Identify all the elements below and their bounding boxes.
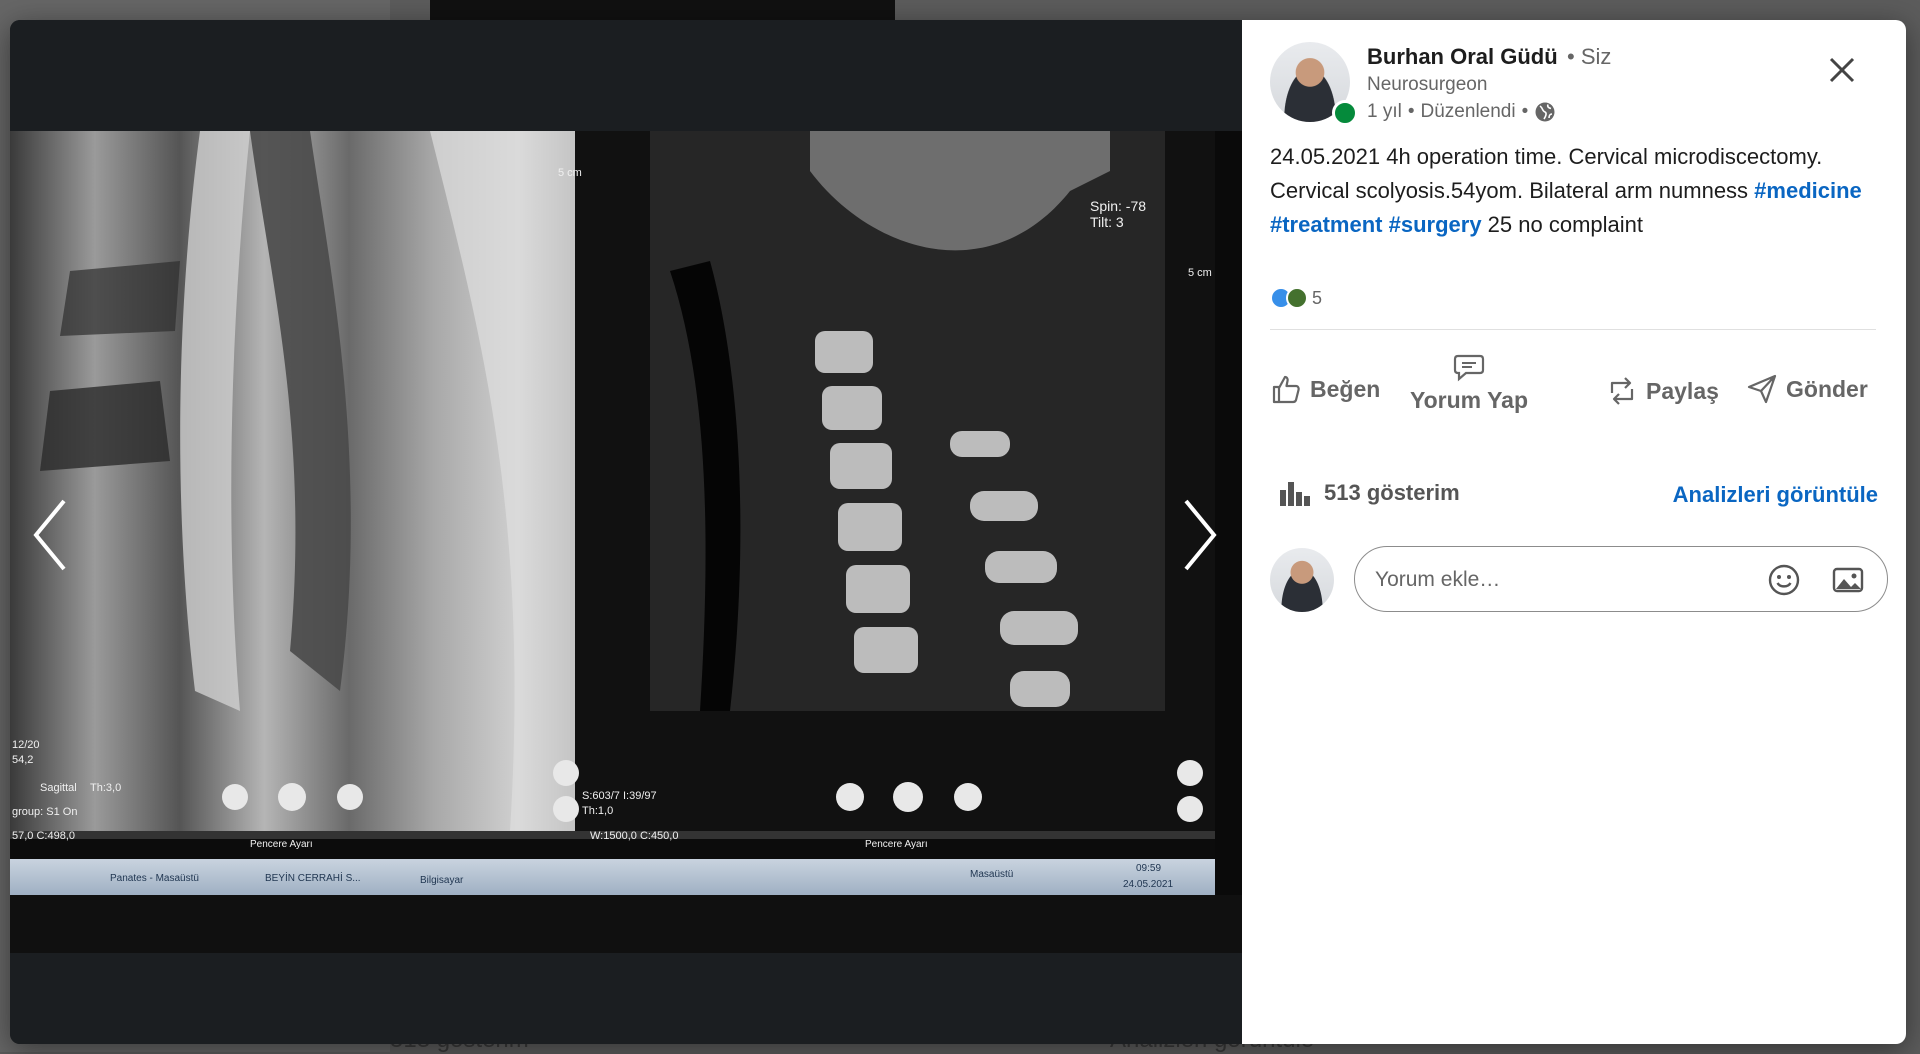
close-icon <box>1829 57 1855 83</box>
background-image-strip <box>430 0 895 20</box>
reactions-summary[interactable]: 5 <box>1270 287 1322 309</box>
viewer-avatar <box>1270 548 1334 612</box>
hashtag-surgery[interactable]: #surgery <box>1389 212 1482 237</box>
slice-label: S:603/7 I:39/97 <box>582 790 657 802</box>
post-text: 24.05.2021 4h operation time. Cervical m… <box>1270 140 1870 242</box>
taskbar-item-2: BEYİN CERRAHİ S... <box>265 871 361 884</box>
reaction-count: 5 <box>1312 287 1323 308</box>
add-image-button[interactable] <box>1831 563 1865 597</box>
meta-separator: • <box>1407 101 1415 122</box>
comment-icon <box>1453 354 1485 382</box>
post-image: 5 cm 5 cm Spin: -78 Tilt: 3 12/20 54,2 S… <box>10 131 1242 953</box>
sagittal-label: Sagittal <box>40 782 77 794</box>
post-body-tail: 25 no complaint <box>1481 212 1643 237</box>
window-center-right: W:1500,0 C:450,0 <box>590 830 678 842</box>
spin-label: Spin: -78 <box>1090 198 1146 214</box>
hashtag-medicine[interactable]: #medicine <box>1754 178 1862 203</box>
next-image-button[interactable] <box>1170 490 1230 580</box>
previous-image-button[interactable] <box>20 490 80 580</box>
author-relation: • Siz <box>1567 44 1612 69</box>
impressions: 513 gösterim <box>1280 480 1460 506</box>
taskbar-date: 24.05.2021 <box>1123 879 1173 890</box>
number-label-left: 54,2 <box>12 754 33 766</box>
send-button[interactable]: Gönder <box>1746 373 1868 405</box>
taskbar-item-1: Panates - Masaüstü <box>110 873 199 884</box>
tilt-label: Tilt: 3 <box>1090 214 1124 230</box>
celebrate-reaction-icon <box>1286 287 1308 309</box>
share-label: Paylaş <box>1646 377 1719 404</box>
meta-separator: • <box>1521 101 1529 122</box>
comment-box <box>1354 546 1888 613</box>
pencere-label-left: Pencere Ayarı <box>250 839 313 850</box>
bar-chart-icon <box>1280 482 1310 506</box>
post-detail-panel: Burhan Oral Güdü • Siz Neurosurgeon 1 yı… <box>1242 20 1906 1044</box>
pencere-label-right: Pencere Ayarı <box>865 839 928 850</box>
view-analytics-link[interactable]: Analizleri görüntüle <box>1673 482 1878 508</box>
thumbs-up-icon <box>1272 375 1300 404</box>
globe-icon <box>1535 102 1555 122</box>
author-headline: Neurosurgeon <box>1367 74 1488 95</box>
date-label-left: 12/20 <box>12 739 40 751</box>
divider <box>1270 329 1876 330</box>
media-viewer: 5 cm 5 cm Spin: -78 Tilt: 3 12/20 54,2 S… <box>10 20 1242 1044</box>
comment-label: Yorum Yap <box>1410 387 1529 413</box>
window-center-left: 57,0 C:498,0 <box>12 830 75 842</box>
thickness-label-left: Th:3,0 <box>90 782 121 794</box>
post-modal: 5 cm 5 cm Spin: -78 Tilt: 3 12/20 54,2 S… <box>10 20 1906 1044</box>
group-label: group: S1 On <box>12 806 77 818</box>
image-icon <box>1832 567 1864 593</box>
send-label: Gönder <box>1786 375 1868 402</box>
emoji-button[interactable] <box>1767 563 1801 597</box>
taskbar-clock: 09:59 <box>1136 863 1161 874</box>
emoji-icon <box>1768 564 1800 596</box>
chevron-right-icon <box>1184 499 1217 571</box>
impressions-count: 513 gösterim <box>1324 480 1460 505</box>
hashtag-treatment[interactable]: #treatment <box>1270 212 1382 237</box>
send-icon <box>1747 374 1777 404</box>
edited-label: Düzenlendi <box>1420 101 1516 122</box>
author-name[interactable]: Burhan Oral Güdü <box>1367 44 1558 70</box>
comment-button[interactable]: Yorum Yap <box>1410 353 1528 414</box>
online-status-icon <box>1332 100 1358 126</box>
taskbar-masaustu: Masaüstü <box>970 869 1013 880</box>
like-button[interactable]: Beğen <box>1270 373 1380 405</box>
taskbar-item-3: Bilgisayar <box>420 875 464 886</box>
share-button[interactable]: Paylaş <box>1606 373 1719 409</box>
repost-icon <box>1610 377 1634 405</box>
scale-label-right: 5 cm <box>1188 267 1212 279</box>
comment-input[interactable] <box>1373 547 1757 613</box>
post-body: 24.05.2021 4h operation time. Cervical m… <box>1270 144 1823 203</box>
close-button[interactable] <box>1822 50 1862 90</box>
thickness-label-right: Th:1,0 <box>582 805 613 817</box>
scale-label-left: 5 cm <box>558 167 582 179</box>
like-label: Beğen <box>1310 375 1381 402</box>
post-meta: 1 yıl • Düzenlendi • <box>1367 101 1556 123</box>
chevron-left-icon <box>33 499 66 571</box>
post-age: 1 yıl <box>1367 101 1402 122</box>
social-actions: Beğen Yorum Yap Paylaş Gönder <box>1270 353 1876 445</box>
